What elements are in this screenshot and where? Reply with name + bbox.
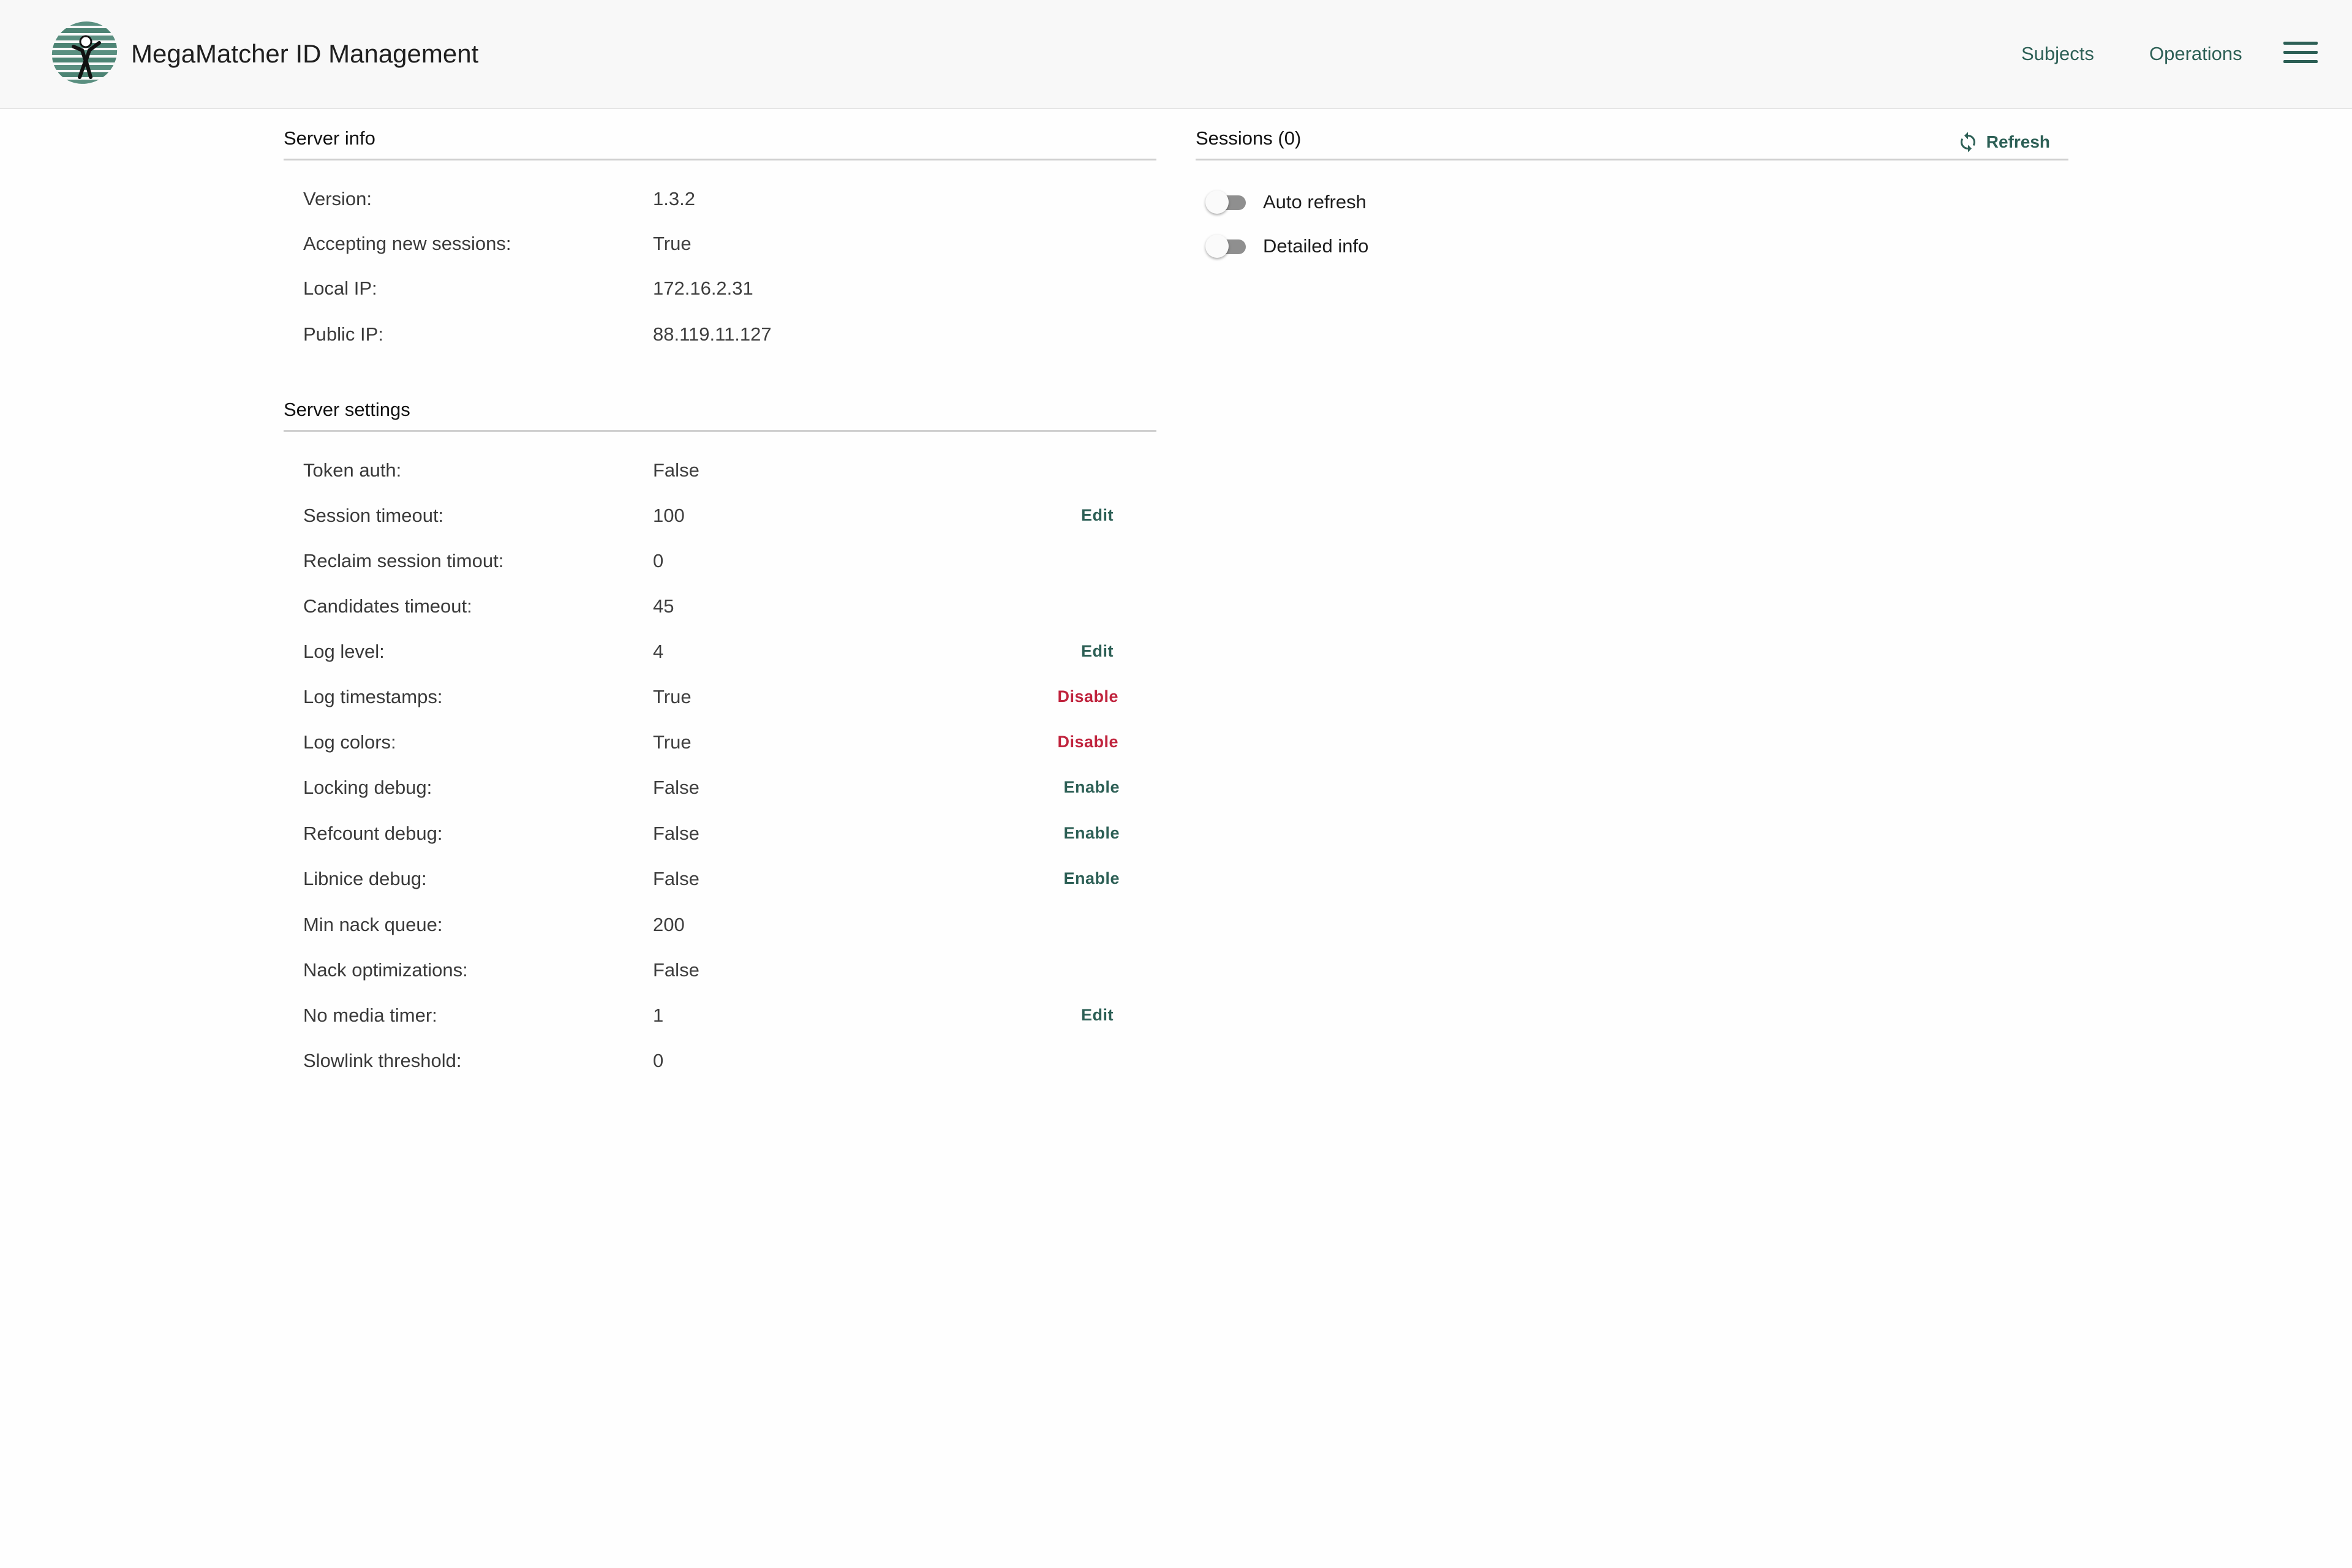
settings-row-log-level: Log level: 4 Edit xyxy=(284,635,1156,671)
enable-refcount-debug-button[interactable]: Enable xyxy=(1063,824,1120,843)
row-label: Refcount debug: xyxy=(303,823,443,844)
refresh-button[interactable]: Refresh xyxy=(1957,129,2050,156)
row-value: False xyxy=(653,459,699,481)
row-value: 0 xyxy=(653,550,664,571)
settings-row-nack-optimizations: Nack optimizations: False xyxy=(284,953,1156,990)
nav-subjects-link[interactable]: Subjects xyxy=(2021,39,2094,69)
row-label: Local IP: xyxy=(303,277,377,299)
row-value: 100 xyxy=(653,505,685,526)
detailed-info-toggle-row[interactable]: Detailed info xyxy=(1205,229,1368,263)
row-label: Locking debug: xyxy=(303,777,432,798)
row-label: Candidates timeout: xyxy=(303,595,472,617)
refresh-icon xyxy=(1960,132,1975,153)
row-label: Reclaim session timout: xyxy=(303,550,504,571)
row-value: True xyxy=(653,233,692,254)
auto-refresh-toggle[interactable] xyxy=(1205,190,1246,214)
edit-log-level-button[interactable]: Edit xyxy=(1081,642,1114,661)
row-label: Libnice debug: xyxy=(303,868,427,889)
row-label: Min nack queue: xyxy=(303,914,443,935)
settings-row-session-timeout: Session timeout: 100 Edit xyxy=(284,499,1156,535)
auto-refresh-toggle-row[interactable]: Auto refresh xyxy=(1205,185,1366,219)
detailed-info-toggle[interactable] xyxy=(1205,235,1246,258)
row-value: 1.3.2 xyxy=(653,188,695,209)
row-value: True xyxy=(653,686,692,707)
row-label: Public IP: xyxy=(303,323,383,345)
settings-row-min-nack-queue: Min nack queue: 200 xyxy=(284,908,1156,944)
sessions-header: Sessions (0) Refresh xyxy=(1196,123,2068,160)
server-info-list: Version: 1.3.2 Accepting new sessions: T… xyxy=(284,182,1156,366)
row-value: True xyxy=(653,731,692,753)
settings-row-locking-debug: Locking debug: False Enable xyxy=(284,771,1156,807)
edit-session-timeout-button[interactable]: Edit xyxy=(1081,506,1114,525)
row-value: False xyxy=(653,959,699,981)
refresh-label: Refresh xyxy=(1986,132,2050,151)
server-settings-header: Server settings xyxy=(284,394,1156,432)
server-settings-title: Server settings xyxy=(284,399,410,420)
row-value: False xyxy=(653,868,699,889)
settings-row-log-timestamps: Log timestamps: True Disable xyxy=(284,680,1156,717)
enable-libnice-debug-button[interactable]: Enable xyxy=(1063,869,1120,888)
row-value: 172.16.2.31 xyxy=(653,277,753,299)
settings-row-libnice-debug: Libnice debug: False Enable xyxy=(284,862,1156,899)
disable-log-colors-button[interactable]: Disable xyxy=(1057,733,1118,752)
row-label: Log colors: xyxy=(303,731,396,753)
server-info-header: Server info xyxy=(284,123,1156,160)
detailed-info-label: Detailed info xyxy=(1263,235,1369,257)
app-title: MegaMatcher ID Management xyxy=(131,39,479,68)
row-label: Log level: xyxy=(303,641,385,662)
server-info-title: Server info xyxy=(284,127,375,149)
settings-row-log-colors: Log colors: True Disable xyxy=(284,725,1156,762)
settings-row-no-media-timer: No media timer: 1 Edit xyxy=(284,998,1156,1035)
settings-row-reclaim-timeout: Reclaim session timout: 0 xyxy=(284,544,1156,581)
hamburger-menu-icon[interactable] xyxy=(2283,42,2318,69)
row-label: Version: xyxy=(303,188,372,209)
server-settings-list: Token auth: False Session timeout: 100 E… xyxy=(284,453,1156,1096)
app-logo[interactable] xyxy=(50,18,119,87)
row-value: 200 xyxy=(653,914,685,935)
row-label: Nack optimizations: xyxy=(303,959,468,981)
info-row-accepting-sessions: Accepting new sessions: True xyxy=(284,227,1156,263)
row-value: 0 xyxy=(653,1050,664,1071)
edit-no-media-timer-button[interactable]: Edit xyxy=(1081,1006,1114,1025)
row-value: False xyxy=(653,777,699,798)
info-row-local-ip: Local IP: 172.16.2.31 xyxy=(284,271,1156,308)
row-value: 45 xyxy=(653,595,674,617)
row-value: 4 xyxy=(653,641,664,662)
settings-row-candidates-timeout: Candidates timeout: 45 xyxy=(284,589,1156,626)
enable-locking-debug-button[interactable]: Enable xyxy=(1063,778,1120,797)
row-label: Slowlink threshold: xyxy=(303,1050,462,1071)
row-label: Accepting new sessions: xyxy=(303,233,511,254)
row-value: 88.119.11.127 xyxy=(653,323,772,345)
row-label: Session timeout: xyxy=(303,505,444,526)
auto-refresh-label: Auto refresh xyxy=(1263,191,1366,213)
settings-row-refcount-debug: Refcount debug: False Enable xyxy=(284,816,1156,853)
row-value: False xyxy=(653,823,699,844)
nav-operations-link[interactable]: Operations xyxy=(2149,39,2242,69)
settings-row-slowlink-threshold: Slowlink threshold: 0 xyxy=(284,1044,1156,1080)
row-label: Log timestamps: xyxy=(303,686,443,707)
row-label: Token auth: xyxy=(303,459,402,481)
info-row-public-ip: Public IP: 88.119.11.127 xyxy=(284,317,1156,354)
sessions-title: Sessions (0) xyxy=(1196,127,1302,149)
info-row-version: Version: 1.3.2 xyxy=(284,182,1156,219)
row-value: 1 xyxy=(653,1005,664,1026)
row-label: No media timer: xyxy=(303,1005,437,1026)
top-app-bar: MegaMatcher ID Management Subjects Opera… xyxy=(0,0,2352,109)
disable-log-timestamps-button[interactable]: Disable xyxy=(1057,687,1118,706)
settings-row-token-auth: Token auth: False xyxy=(284,453,1156,490)
